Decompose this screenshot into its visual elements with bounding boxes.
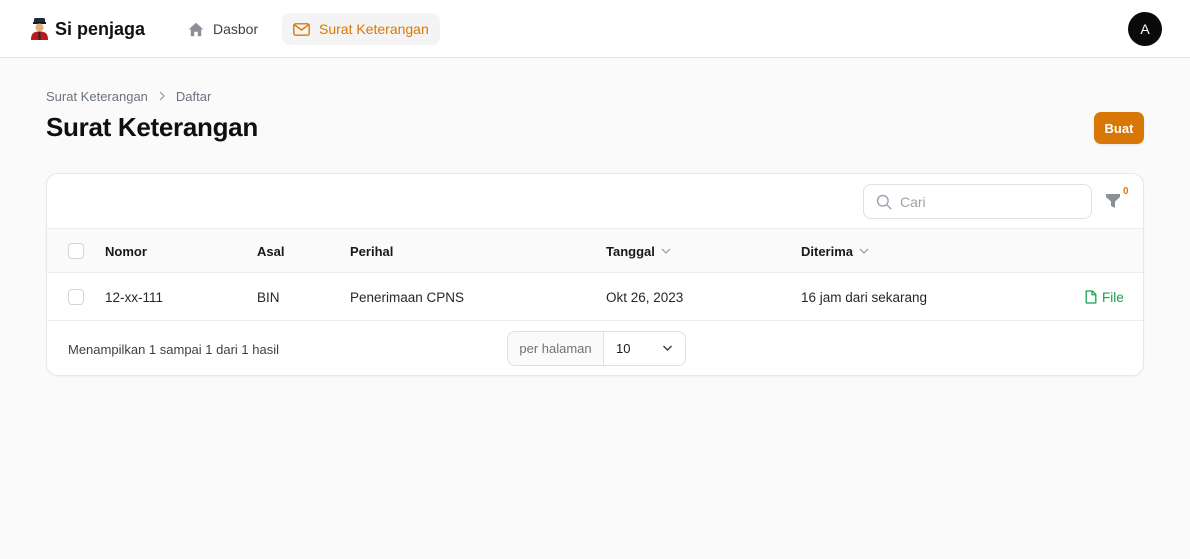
breadcrumb: Surat Keterangan Daftar xyxy=(46,88,211,104)
top-navbar: Si penjaga Dasbor Surat Keterangan A xyxy=(0,0,1190,58)
search-field[interactable] xyxy=(863,184,1092,219)
nav-item-dasbor[interactable]: Dasbor xyxy=(177,13,269,45)
pagination-summary: Menampilkan 1 sampai 1 dari 1 hasil xyxy=(68,341,279,357)
cell-asal: BIN xyxy=(257,289,280,305)
chevron-down-icon xyxy=(661,248,671,254)
table-row[interactable]: 12-xx-111 BIN Penerimaan CPNS Okt 26, 20… xyxy=(47,273,1143,321)
filter-count-badge: 0 xyxy=(1123,186,1129,197)
column-header-tanggal[interactable]: Tanggal xyxy=(606,229,671,274)
column-header-asal: Asal xyxy=(257,244,285,259)
nav-item-surat-keterangan[interactable]: Surat Keterangan xyxy=(282,13,440,45)
search-input[interactable] xyxy=(900,193,1080,210)
chevron-down-icon xyxy=(662,345,673,352)
file-action-label: File xyxy=(1102,289,1124,305)
home-icon xyxy=(188,22,204,36)
breadcrumb-current: Daftar xyxy=(175,88,212,104)
user-avatar[interactable]: A xyxy=(1128,12,1162,46)
search-icon xyxy=(876,194,892,209)
row-checkbox[interactable] xyxy=(68,289,84,305)
brand-name: Si penjaga xyxy=(55,18,146,39)
chevron-down-icon xyxy=(859,248,869,254)
file-action-link[interactable]: File xyxy=(1085,273,1124,321)
cell-tanggal: Okt 26, 2023 xyxy=(606,289,684,305)
chevron-right-icon xyxy=(159,91,165,101)
table-card: 0 Nomor Asal Perihal Tanggal Diterima 12… xyxy=(46,173,1144,376)
column-header-perihal: Perihal xyxy=(350,244,394,259)
per-page-select[interactable]: 10 xyxy=(604,332,685,365)
column-header-diterima[interactable]: Diterima xyxy=(801,229,869,274)
cell-nomor: 12-xx-111 xyxy=(105,289,164,305)
table-header: Nomor Asal Perihal Tanggal Diterima xyxy=(47,228,1143,274)
brand-logo[interactable]: Si penjaga xyxy=(30,17,145,41)
envelope-icon xyxy=(293,22,310,36)
nav-item-label: Dasbor xyxy=(213,21,259,37)
guard-icon xyxy=(31,18,48,40)
per-page-control: per halaman 10 xyxy=(507,331,686,366)
nav-item-label: Surat Keterangan xyxy=(319,21,429,37)
cell-perihal: Penerimaan CPNS xyxy=(350,289,465,305)
page-title: Surat Keterangan xyxy=(46,112,258,142)
filter-icon xyxy=(1106,194,1120,208)
create-button[interactable]: Buat xyxy=(1094,112,1144,144)
per-page-value: 10 xyxy=(616,341,631,356)
breadcrumb-link-surat-keterangan[interactable]: Surat Keterangan xyxy=(46,89,148,104)
cell-diterima: 16 jam dari sekarang xyxy=(801,289,928,305)
select-all-checkbox[interactable] xyxy=(68,243,84,259)
column-header-nomor: Nomor xyxy=(105,244,147,259)
per-page-label: per halaman xyxy=(508,332,604,365)
file-icon xyxy=(1085,290,1097,304)
